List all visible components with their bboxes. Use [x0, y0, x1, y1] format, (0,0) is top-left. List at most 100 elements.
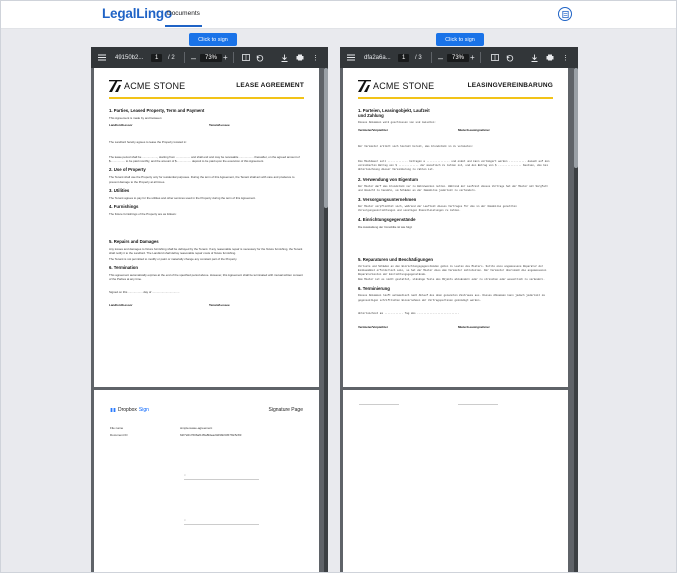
toolbar-divider — [480, 52, 481, 63]
landlord-label: Landlord/Lessor — [109, 122, 133, 127]
signature-labels: Landlord/Lessor Tenant/Lessee — [109, 303, 304, 307]
paragraph: This agreement automatically expires at … — [109, 272, 303, 281]
left-pdf-page-2-signature: Dropbox Sign Signature Page File name sim… — [94, 390, 319, 572]
section-heading: 3. Utilities — [109, 187, 130, 193]
landlord-label: Vermieter/Verpächter — [358, 127, 389, 132]
right-zoom-level[interactable]: 73% — [447, 53, 470, 62]
toolbar-divider — [431, 52, 432, 63]
left-page-total: / 2 — [168, 54, 175, 61]
section-heading: 2. Verwendung von Eigentum — [358, 176, 418, 182]
tenant-label: Mieter/Leasingnehmer — [458, 127, 490, 132]
tenant-label: Tenant/Lessee — [209, 122, 230, 127]
zoom-out-icon[interactable]: – — [438, 47, 443, 68]
tenant-signature-label: Tenant/Lessee — [209, 303, 230, 308]
landlord-signature-label: Vermieter/Verpächter — [358, 324, 389, 329]
document-title: LEASINGVEREINBARUNG — [467, 82, 553, 89]
paragraph: The lease period shall be ..............… — [109, 154, 300, 164]
section-heading: 4. Furnishings — [109, 203, 139, 209]
right-pdf-toolbar: dfa2a6a... 1 / 3 – 73% + ⋮ — [340, 47, 578, 68]
download-icon[interactable] — [281, 47, 288, 68]
more-options-icon[interactable]: ⋮ — [562, 47, 569, 68]
zoom-out-icon[interactable]: – — [191, 47, 196, 68]
section-heading: 2. Use of Property — [109, 167, 146, 173]
zoom-in-icon[interactable]: + — [470, 47, 475, 68]
paragraph: Dieses Abkommen wird geschlossen von und… — [358, 120, 436, 124]
dropbox-sign-logo: Dropbox Sign — [110, 407, 149, 413]
right-scrollbar[interactable] — [574, 68, 578, 572]
left-scroll-thumb[interactable] — [324, 68, 328, 208]
right-pdf-page-1: ACME STONE LEASINGVEREINBARUNG 1. Partei… — [343, 68, 568, 387]
section-heading: 3. Versorgungsunternehmen — [358, 196, 417, 202]
right-file-name: dfa2a6a... — [364, 54, 391, 61]
section-heading: 6. Termination — [109, 264, 139, 270]
rotate-icon[interactable] — [506, 47, 514, 68]
right-click-to-sign-button[interactable]: Click to sign — [436, 33, 484, 46]
left-file-name: 49150b2... — [115, 54, 144, 61]
left-click-to-sign-button[interactable]: Click to sign — [189, 33, 237, 46]
paragraph: Der Mieter verpflichtet sich, während de… — [358, 204, 517, 213]
signature-labels: Vermieter/Verpächter Mieter/Leasingnehme… — [358, 325, 553, 329]
section-heading: 4. Einrichtungsgegenstände — [358, 217, 416, 223]
print-icon[interactable] — [296, 47, 304, 68]
toolbar-divider — [184, 52, 185, 63]
left-pdf-page-1: ACME STONE LEASE AGREEMENT 1. Parties, L… — [94, 68, 319, 387]
section-heading: 6. Terminierung — [358, 286, 390, 292]
right-pdf-page-2 — [343, 390, 568, 572]
section-heading: 1. Parties, Leased Property, Term and Pa… — [109, 107, 205, 113]
left-zoom-level[interactable]: 73% — [200, 53, 223, 62]
user-avatar-icon — [561, 10, 569, 18]
app-logo[interactable]: LegalLingo — [102, 6, 172, 21]
zoom-in-icon[interactable]: + — [223, 47, 228, 68]
paragraph: Verluste und Schäden an den Einrichtungs… — [358, 264, 547, 276]
signature-line — [359, 404, 399, 405]
right-page-total: / 3 — [415, 54, 422, 61]
paragraph: This Agreement is made by and between: — [109, 115, 163, 120]
paragraph: The Tenant is not permitted to modify or… — [109, 256, 238, 261]
tenant-signature-label: Mieter/Leasingnehmer — [458, 324, 490, 329]
signature-line — [184, 524, 259, 525]
signature-line — [458, 404, 498, 405]
title-divider — [358, 97, 553, 99]
top-navigation-bar: LegalLingo Documents — [1, 1, 676, 29]
paragraph: Dem Mieter ist es nicht gestattet, ständ… — [358, 278, 545, 282]
left-page-number-input[interactable]: 1 — [151, 53, 163, 62]
dropbox-icon — [110, 407, 116, 412]
section-heading: 1. Parteien, Leasingobjekt, Laufzeit und… — [358, 107, 430, 118]
menu-icon[interactable] — [98, 47, 106, 68]
paragraph: The Tenant agrees to pay for the utiliti… — [109, 195, 256, 200]
fit-page-icon[interactable] — [491, 47, 499, 68]
paragraph: Die Mietdauer soll ............. betrage… — [358, 159, 550, 172]
toolbar-divider — [233, 52, 234, 63]
download-icon[interactable] — [531, 47, 538, 68]
left-pdf-viewer[interactable]: 49150b2... 1 / 2 – 73% + ⋮ ACME STONE LE… — [91, 47, 328, 572]
fit-page-icon[interactable] — [242, 47, 250, 68]
right-page-number-input[interactable]: 1 — [398, 53, 410, 62]
acme-logo-mark — [109, 79, 123, 93]
rotate-icon[interactable] — [256, 47, 264, 68]
active-tab-indicator — [165, 25, 202, 27]
signature-line — [184, 479, 259, 480]
document-title: LEASE AGREEMENT — [236, 82, 304, 89]
signature-metadata: File name simple-lease-agreement Document… — [110, 426, 242, 437]
signature-mark: × — [184, 473, 186, 477]
acme-logo-mark — [358, 79, 372, 93]
right-pdf-viewer[interactable]: dfa2a6a... 1 / 3 – 73% + ⋮ ACME STONE LE… — [340, 47, 578, 572]
paragraph: Dieses Abkommen läuft automatisch nach A… — [358, 294, 545, 302]
landlord-signature-label: Landlord/Lessor — [109, 303, 133, 308]
title-divider — [109, 97, 304, 99]
left-scrollbar[interactable] — [324, 68, 328, 572]
menu-icon[interactable] — [347, 47, 355, 68]
section-heading: 5. Repairs and Damages — [109, 239, 159, 245]
more-options-icon[interactable]: ⋮ — [312, 47, 319, 68]
signature-page-title: Signature Page — [268, 407, 303, 413]
user-avatar[interactable] — [558, 7, 572, 21]
paragraph: Any losses and damages to fixture furnis… — [109, 247, 303, 256]
paragraph: Der Mieter darf das Grundstück nur zu Wo… — [358, 184, 548, 192]
print-icon[interactable] — [546, 47, 554, 68]
signature-mark: × — [184, 518, 186, 522]
right-scroll-thumb[interactable] — [574, 68, 578, 168]
section-heading: 5. Reparaturen und Beschädigungen — [358, 256, 433, 262]
nav-documents-tab[interactable]: Documents — [167, 10, 200, 17]
paragraph: The Tenant shall use the Property only f… — [109, 175, 295, 184]
left-pdf-toolbar: 49150b2... 1 / 2 – 73% + ⋮ — [91, 47, 328, 68]
